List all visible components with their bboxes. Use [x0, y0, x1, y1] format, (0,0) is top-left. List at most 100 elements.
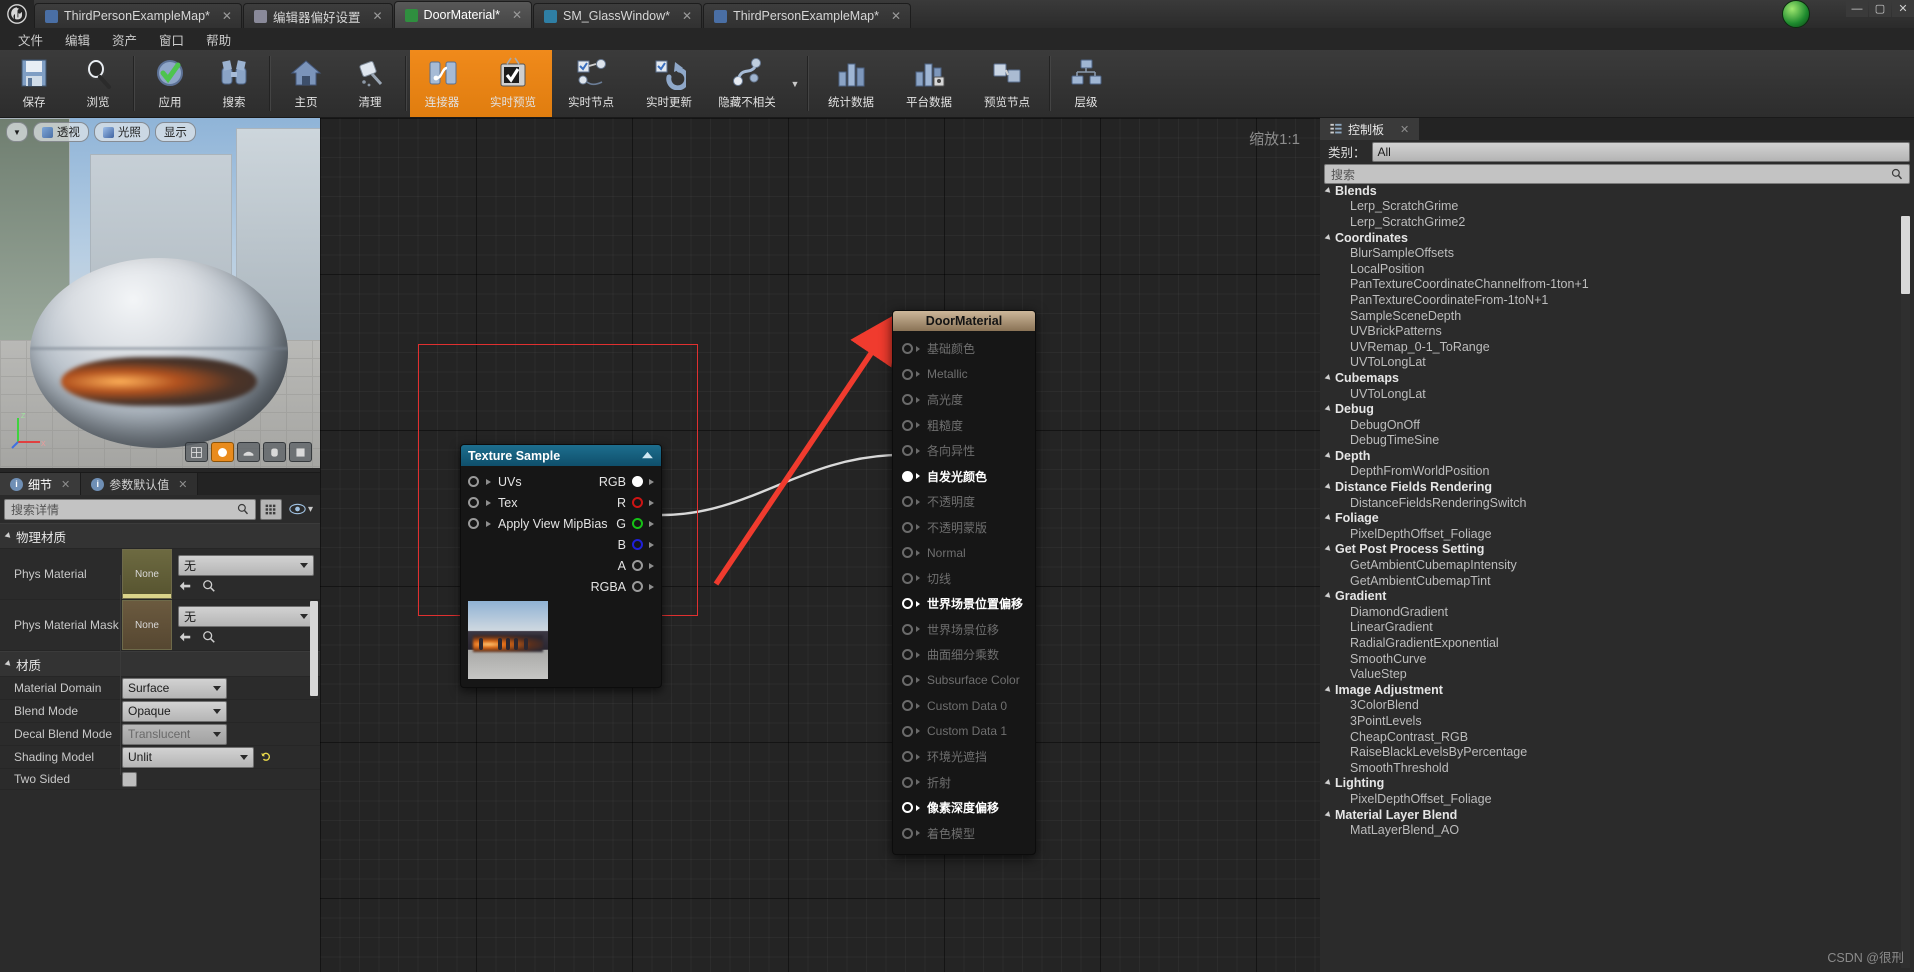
palette-group-header[interactable]: Debug [1322, 401, 1914, 417]
material-input-pin[interactable] [902, 623, 913, 635]
toolbar-button-preview-node[interactable]: 预览节点 [968, 50, 1046, 117]
browse-to-asset-icon[interactable] [202, 579, 216, 593]
output-pin[interactable] [632, 581, 643, 592]
use-selected-asset-icon[interactable] [178, 630, 192, 644]
property-combo[interactable]: Unlit [122, 746, 254, 768]
output-pin[interactable] [632, 539, 643, 550]
toolbar-button-live-preview[interactable]: 实时预览 [474, 50, 552, 117]
tab-palette[interactable]: 控制板 ✕ [1320, 118, 1420, 140]
palette-item[interactable]: RaiseBlackLevelsByPercentage [1322, 744, 1914, 760]
palette-item[interactable]: PanTextureCoordinateFrom-1toN+1 [1322, 292, 1914, 308]
palette-item[interactable]: DistanceFieldsRenderingSwitch [1322, 495, 1914, 511]
palette-group-header[interactable]: Get Post Process Setting [1322, 542, 1914, 558]
toolbar-button-browse[interactable]: 浏览 [66, 50, 130, 117]
details-section-header[interactable]: 材质 [0, 651, 320, 677]
material-input-pin[interactable] [902, 827, 913, 839]
palette-item[interactable]: LocalPosition [1322, 261, 1914, 277]
material-input-pin[interactable] [902, 751, 913, 763]
palette-group-header[interactable]: Image Adjustment [1322, 682, 1914, 698]
output-pin[interactable] [632, 476, 643, 487]
menu-item-0[interactable]: 文件 [8, 28, 53, 51]
palette-item[interactable]: RadialGradientExponential [1322, 635, 1914, 651]
palette-group-header[interactable]: Blends [1322, 183, 1914, 199]
menu-item-2[interactable]: 资产 [102, 28, 147, 51]
texture-sample-node[interactable]: Texture Sample UVs RGB Tex R Apply View MipB… [460, 444, 662, 688]
palette-item[interactable]: CheapContrast_RGB [1322, 729, 1914, 745]
palette-item[interactable]: UVBrickPatterns [1322, 323, 1914, 339]
toolbar-button-stats[interactable]: 统计数据 [812, 50, 890, 117]
details-visibility-button[interactable]: ▾ [286, 503, 316, 515]
viewport-plane-toggle[interactable] [237, 442, 260, 462]
toolbar-button-live-nodes[interactable]: 实时节点 [552, 50, 630, 117]
viewport-sphere-toggle[interactable] [211, 442, 234, 462]
menu-item-3[interactable]: 窗口 [149, 28, 194, 51]
browse-to-asset-icon[interactable] [202, 630, 216, 644]
palette-item[interactable]: BlurSampleOffsets [1322, 245, 1914, 261]
palette-group-header[interactable]: Distance Fields Rendering [1322, 479, 1914, 495]
output-pin[interactable] [632, 560, 643, 571]
palette-search-input[interactable]: 搜索 [1324, 164, 1910, 184]
palette-item[interactable]: PixelDepthOffset_Foliage [1322, 791, 1914, 807]
material-input-pin[interactable] [902, 496, 913, 508]
toolbar-button-save[interactable]: 保存 [2, 50, 66, 117]
close-icon[interactable]: ✕ [222, 9, 232, 23]
details-tab-1[interactable]: i 参数默认值 ✕ [81, 473, 199, 495]
close-icon[interactable]: ✕ [372, 9, 382, 23]
asset-thumbnail[interactable]: None [122, 549, 172, 599]
editor-tab-0[interactable]: ThirdPersonExampleMap* ✕ [34, 3, 242, 28]
viewport-grid-toggle[interactable] [185, 442, 208, 462]
material-input-pin[interactable] [902, 802, 913, 814]
palette-item[interactable]: SampleSceneDepth [1322, 308, 1914, 324]
toolbar-button-connectors[interactable]: 连接器 [410, 50, 474, 117]
maximize-button[interactable]: ▢ [1869, 0, 1891, 17]
door-material-node-header[interactable]: DoorMaterial [893, 311, 1035, 331]
palette-group-header[interactable]: Gradient [1322, 588, 1914, 604]
property-combo[interactable]: Opaque [122, 700, 227, 722]
palette-item[interactable]: PixelDepthOffset_Foliage [1322, 526, 1914, 542]
editor-tab-3[interactable]: SM_GlassWindow* ✕ [533, 3, 703, 28]
palette-item[interactable]: MatLayerBlend_AO [1322, 822, 1914, 838]
palette-group-header[interactable]: Cubemaps [1322, 370, 1914, 386]
palette-item[interactable]: Lerp_ScratchGrime2 [1322, 214, 1914, 230]
close-icon[interactable]: ✕ [682, 9, 692, 23]
palette-item[interactable]: ValueStep [1322, 666, 1914, 682]
palette-item[interactable]: Lerp_ScratchGrime [1322, 199, 1914, 215]
details-tab-0[interactable]: i 细节 ✕ [0, 473, 82, 495]
details-search-input[interactable]: 搜索详情 [4, 498, 256, 520]
input-pin[interactable] [468, 518, 479, 529]
details-scrollbar[interactable] [310, 601, 318, 696]
input-pin[interactable] [468, 497, 479, 508]
close-icon[interactable]: ✕ [512, 8, 522, 22]
output-pin[interactable] [632, 497, 643, 508]
material-input-pin[interactable] [902, 725, 913, 737]
material-input-pin[interactable] [902, 394, 913, 406]
toolbar-button-hierarchy[interactable]: 层级 [1054, 50, 1118, 117]
door-material-node[interactable]: DoorMaterial 基础颜色 Metallic 高光度 粗糙度 各向异性 自发光颜色… [892, 310, 1036, 855]
material-input-pin[interactable] [902, 649, 913, 661]
palette-group-header[interactable]: Material Layer Blend [1322, 807, 1914, 823]
palette-list[interactable]: Blends Lerp_ScratchGrime Lerp_ScratchGrime… [1320, 183, 1914, 972]
toolbar-button-live-update[interactable]: 实时更新 [630, 50, 708, 117]
palette-category-select[interactable]: All [1371, 141, 1910, 162]
palette-item[interactable]: DebugTimeSine [1322, 433, 1914, 449]
toolbar-button-hide-unrelated[interactable]: 隐藏不相关 [708, 50, 786, 117]
asset-picker-combo[interactable]: 无 [178, 555, 314, 576]
material-input-pin[interactable] [902, 419, 913, 431]
material-input-pin[interactable] [902, 445, 913, 457]
viewport-options-caret[interactable]: ▼ [6, 122, 28, 142]
palette-item[interactable]: UVToLongLat [1322, 386, 1914, 402]
viewport-cylinder-toggle[interactable] [263, 442, 286, 462]
collapse-icon[interactable] [641, 451, 654, 460]
asset-picker-combo[interactable]: 无 [178, 606, 314, 627]
palette-item[interactable]: GetAmbientCubemapIntensity [1322, 557, 1914, 573]
reset-to-default-icon[interactable] [260, 751, 272, 763]
editor-tab-2[interactable]: DoorMaterial* ✕ [393, 1, 533, 28]
palette-item[interactable]: DepthFromWorldPosition [1322, 464, 1914, 480]
palette-item[interactable]: SmoothThreshold [1322, 760, 1914, 776]
palette-item[interactable]: UVRemap_0-1_ToRange [1322, 339, 1914, 355]
asset-thumbnail[interactable]: None [122, 600, 172, 650]
material-input-pin[interactable] [902, 343, 913, 355]
menu-item-4[interactable]: 帮助 [196, 28, 241, 51]
palette-group-header[interactable]: Depth [1322, 448, 1914, 464]
material-preview-viewport[interactable]: ▼ 透视 光照 显示 Z X [0, 118, 320, 468]
